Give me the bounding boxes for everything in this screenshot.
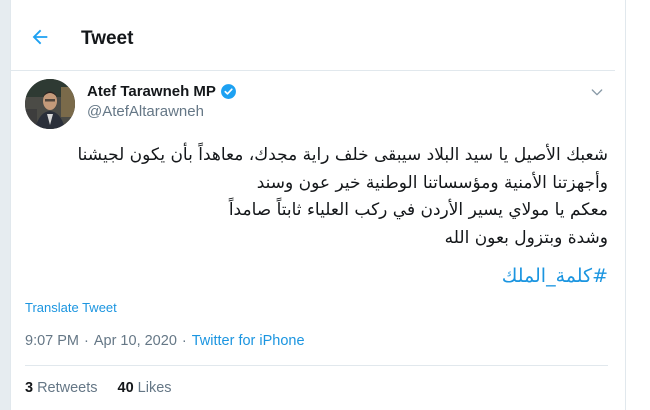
tweet-time[interactable]: 9:07 PM bbox=[25, 333, 79, 349]
tweet-line: شعبك الأصيل يا سيد البلاد سيبقى خلف راية… bbox=[77, 145, 609, 165]
divider bbox=[25, 365, 608, 366]
back-button[interactable] bbox=[27, 24, 53, 50]
hashtag-link[interactable]: #كلمة_الملك bbox=[25, 265, 608, 287]
tweet-panel: Tweet Atef Tarawneh MP @AtefAltarawneh ش… bbox=[10, 0, 616, 410]
tweet-date[interactable]: Apr 10, 2020 bbox=[94, 333, 177, 349]
retweets-label: Retweets bbox=[37, 380, 98, 396]
retweets-count: 3 bbox=[25, 380, 34, 396]
tweet-text: شعبك الأصيل يا سيد البلاد سيبقى خلف راية… bbox=[25, 142, 609, 252]
likes-stat[interactable]: 40 Likes bbox=[118, 380, 172, 396]
author-name-row[interactable]: Atef Tarawneh MP bbox=[87, 83, 237, 100]
tweet-metadata: 9:07 PM · Apr 10, 2020 · Twitter for iPh… bbox=[25, 333, 305, 349]
tweet-line: وأجهزتنا الأمنية ومؤسساتنا الوطنية خير ع… bbox=[256, 172, 608, 193]
meta-separator: · bbox=[84, 333, 89, 349]
retweets-stat[interactable]: 3 Retweets bbox=[25, 380, 98, 396]
tweet-source-link[interactable]: Twitter for iPhone bbox=[192, 333, 305, 349]
page-title: Tweet bbox=[81, 28, 134, 49]
verified-badge-icon bbox=[220, 83, 237, 100]
sidebar-divider bbox=[625, 0, 626, 410]
tweet-line: معكم يا مولاي يسير الأردن في ركب العلياء… bbox=[228, 200, 608, 220]
likes-label: Likes bbox=[137, 380, 172, 396]
avatar[interactable] bbox=[25, 79, 75, 129]
page-header: Tweet bbox=[11, 0, 615, 71]
avatar-image bbox=[25, 79, 75, 129]
tweet-line: وشدة وبتزول بعون الله bbox=[444, 227, 608, 248]
author-name: Atef Tarawneh MP bbox=[87, 83, 216, 100]
right-sidebar bbox=[615, 0, 650, 410]
translate-tweet-link[interactable]: Translate Tweet bbox=[25, 300, 117, 315]
likes-count: 40 bbox=[117, 380, 134, 396]
chevron-down-icon bbox=[591, 89, 603, 96]
tweet-menu-button[interactable] bbox=[587, 82, 607, 102]
left-gutter bbox=[0, 0, 10, 410]
meta-separator: · bbox=[181, 333, 187, 349]
author-handle[interactable]: @AtefAltarawneh bbox=[87, 103, 204, 120]
hashtag-text: #كلمة_الملك bbox=[501, 265, 608, 287]
arrow-left-icon bbox=[32, 29, 48, 45]
tweet-stats: 3 Retweets 40 Likes bbox=[25, 380, 192, 396]
